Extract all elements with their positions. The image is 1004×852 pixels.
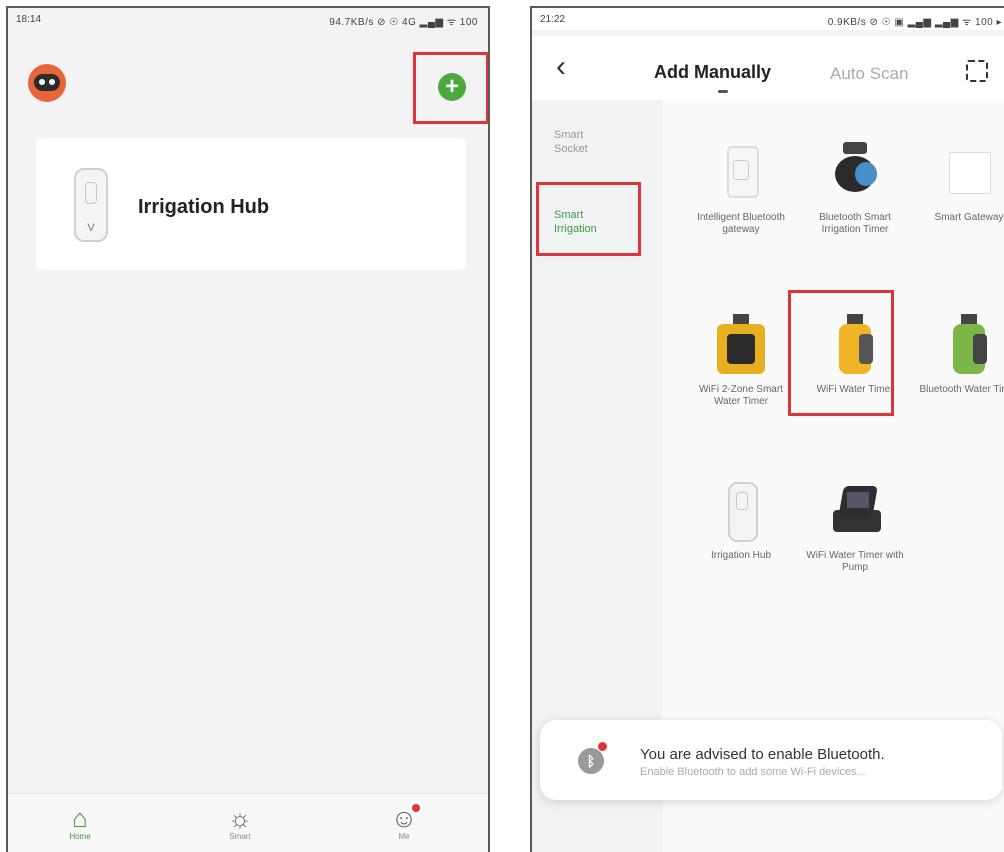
avatar[interactable] — [28, 64, 66, 102]
status-icons: 0.9KB/s ⊘ ☉ ▣ ▂▄▆ ▂▄▆ ᯤ 100 ▸ — [827, 17, 1002, 28]
product-smart-gateway[interactable]: Smart Gateway — [914, 142, 1004, 224]
tab-auto-scan[interactable]: Auto Scan — [830, 64, 908, 84]
home-icon: ⌂ — [72, 803, 88, 833]
irrigation-hub-image — [711, 480, 771, 544]
product-label: Bluetooth Smart Irrigation Timer — [819, 212, 891, 235]
smart-gateway-image — [939, 142, 999, 206]
irrigation-hub-image: V — [74, 168, 108, 242]
water-timer-pump-image — [825, 480, 885, 544]
sun-icon: ☼ — [228, 803, 252, 833]
add-button-highlight: + — [413, 52, 488, 124]
add-device-screen: 21:22 0.9KB/s ⊘ ☉ ▣ ▂▄▆ ▂▄▆ ᯤ 100 ▸ ‹ Ad… — [530, 6, 1004, 852]
device-name: Irrigation Hub — [138, 196, 270, 218]
add-device-button[interactable]: + — [438, 73, 466, 101]
notification-dot — [598, 742, 607, 751]
top-navigation: ‹ Add Manually Auto Scan — [532, 36, 1004, 100]
bottom-tab-bar: ⌂ Home ☼ Smart ☺ Me — [8, 793, 488, 852]
product-wifi-water-timer-with-pump[interactable]: WiFi Water Timer with Pump — [800, 480, 910, 574]
product-label: WiFi Water Timer with Pump — [806, 550, 904, 573]
back-icon[interactable]: ‹ — [556, 50, 566, 84]
robot-eye-icon — [39, 79, 45, 85]
product-label: WiFi 2-Zone Smart Water Timer — [699, 384, 783, 407]
product-irrigation-hub[interactable]: Irrigation Hub — [686, 480, 796, 562]
irrigation-timer-image — [825, 142, 885, 206]
device-card-irrigation-hub[interactable]: V Irrigation Hub — [36, 138, 466, 270]
product-bluetooth-water-timer[interactable]: Bluetooth Water Timer — [914, 314, 1004, 396]
product-label: Bluetooth Water Timer — [919, 384, 1004, 395]
bluetooth-water-timer-image — [939, 314, 999, 378]
two-zone-timer-image — [711, 314, 771, 378]
bluetooth-toast[interactable]: ᛒ You are advised to enable Bluetooth. E… — [540, 720, 1002, 800]
product-label: Intelligent Bluetooth gateway — [697, 212, 785, 235]
category-highlight — [536, 182, 641, 256]
tab-smart-label: Smart — [229, 832, 251, 841]
tab-smart[interactable]: ☼ Smart — [210, 804, 270, 841]
tab-me[interactable]: ☺ Me — [374, 804, 434, 841]
device-slot — [85, 182, 97, 204]
notification-dot — [412, 804, 420, 812]
toast-subtitle: Enable Bluetooth to add some Wi-Fi devic… — [640, 766, 866, 778]
status-time: 18:14 — [16, 14, 42, 25]
status-bar: 21:22 0.9KB/s ⊘ ☉ ▣ ▂▄▆ ▂▄▆ ᯤ 100 ▸ — [532, 8, 1004, 30]
robot-eye-icon — [49, 79, 55, 85]
bluetooth-icon: ᛒ — [578, 748, 604, 774]
active-tab-indicator — [718, 90, 728, 93]
device-letter: V — [87, 222, 95, 234]
tab-me-label: Me — [398, 832, 410, 841]
product-label: Smart Gateway — [934, 212, 1004, 223]
status-icons: 94.7KB/s ⊘ ☉ 4G ▂▄▆ ᯤ 100 — [329, 17, 478, 28]
product-label: Irrigation Hub — [710, 550, 772, 561]
product-intelligent-bluetooth-gateway[interactable]: Intelligent Bluetooth gateway — [686, 142, 796, 236]
tab-home[interactable]: ⌂ Home — [50, 804, 110, 841]
product-wifi-2-zone-smart-water-timer[interactable]: WiFi 2-Zone Smart Water Timer — [686, 314, 796, 408]
toast-title: You are advised to enable Bluetooth. — [640, 746, 885, 763]
category-smart-socket[interactable]: Smart Socket — [554, 128, 614, 156]
robot-face-icon — [34, 74, 60, 91]
bluetooth-gateway-image — [711, 142, 771, 206]
tab-home-label: Home — [69, 832, 91, 841]
tab-add-manually[interactable]: Add Manually — [654, 62, 771, 83]
status-time: 21:22 — [540, 14, 566, 25]
product-bluetooth-smart-irrigation-timer[interactable]: Bluetooth Smart Irrigation Timer — [800, 142, 910, 236]
product-highlight — [788, 290, 894, 416]
profile-icon: ☺ — [390, 803, 418, 833]
home-screen: 18:14 94.7KB/s ⊘ ☉ 4G ▂▄▆ ᯤ 100 + V Irri… — [6, 6, 490, 852]
status-bar: 18:14 94.7KB/s ⊘ ☉ 4G ▂▄▆ ᯤ 100 — [8, 8, 488, 30]
scan-icon[interactable] — [966, 60, 988, 82]
